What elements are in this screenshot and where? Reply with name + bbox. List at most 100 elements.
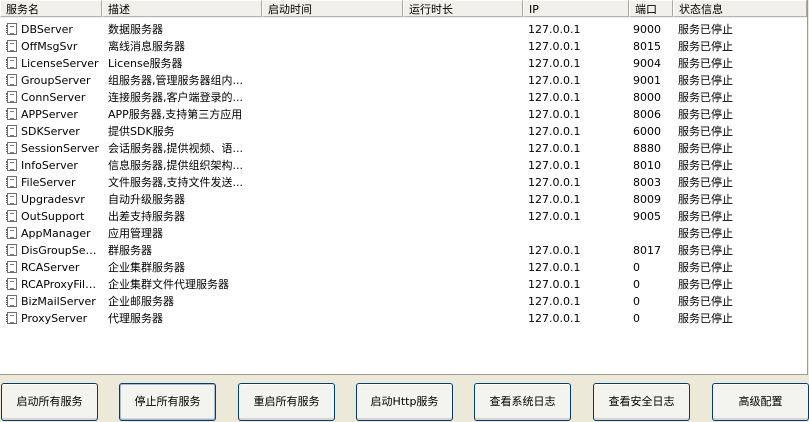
service-name: RCAProxyFile... [21,278,101,291]
service-ip: 127.0.0.1 [528,176,581,189]
service-rows: DBServer 数据服务器 127.0.0.1 9000 服务已停止 OffMsgSvr… [0,21,807,327]
service-status: 服务已停止 [678,91,733,104]
service-port: 8006 [633,108,661,121]
service-ip: 127.0.0.1 [528,40,581,53]
service-name: InfoServer [21,159,78,172]
service-row[interactable]: DisGroupServer 群服务器 127.0.0.1 8017 服务已停止 [0,242,807,259]
service-ip: 127.0.0.1 [528,159,581,172]
service-ip: 127.0.0.1 [528,210,581,223]
service-name: FileServer [21,176,76,189]
services-list-view[interactable]: 服务名 描述 启动时间 运行时长 IP 端口 状态信息 DBServer 数据服务… [0,0,808,375]
service-start-time [262,106,402,123]
service-row[interactable]: SessionServer 会话服务器,提供视频、语... 127.0.0.1 888… [0,140,807,157]
start-all-services-button[interactable]: 启动所有服务 [1,383,98,421]
service-description: 离线消息服务器 [108,40,185,53]
service-status: 服务已停止 [678,227,733,240]
service-name: OffMsgSvr [21,40,78,53]
service-description: 企业邮服务器 [108,295,174,308]
service-row[interactable]: OffMsgSvr 离线消息服务器 127.0.0.1 8015 服务已停止 [0,38,807,55]
service-name: BizMailServer [21,295,96,308]
service-description: 数据服务器 [108,23,163,36]
service-name: ProxyServer [21,312,88,325]
service-row[interactable]: ConnServer 连接服务器,客户端登录的... 127.0.0.1 8000 服务… [0,89,807,106]
service-row[interactable]: AppManager 应用管理器 服务已停止 [0,225,807,242]
column-header-status[interactable]: 状态信息 [673,0,807,17]
service-start-time [262,55,402,72]
service-description: 出差支持服务器 [108,210,185,223]
service-start-time [262,123,402,140]
service-run-duration [405,38,523,55]
service-start-time [262,293,402,310]
service-ip: 127.0.0.1 [528,312,581,325]
column-header-port[interactable]: 端口 [629,0,673,17]
service-port: 9005 [633,210,661,223]
service-row[interactable]: OutSupport 出差支持服务器 127.0.0.1 9005 服务已停止 [0,208,807,225]
service-config-file-icon [6,261,17,273]
service-port: 0 [633,295,640,308]
service-status: 服务已停止 [678,74,733,87]
service-row[interactable]: ProxyServer 代理服务器 127.0.0.1 0 服务已停止 [0,310,807,327]
service-status: 服务已停止 [678,125,733,138]
service-start-time [262,157,402,174]
service-status: 服务已停止 [678,210,733,223]
service-start-time [262,174,402,191]
column-header-ip[interactable]: IP [523,0,629,17]
service-run-duration [405,293,523,310]
restart-all-services-button[interactable]: 重启所有服务 [238,383,335,421]
service-name: SessionServer [21,142,100,155]
service-start-time [262,140,402,157]
service-run-duration [405,123,523,140]
service-row[interactable]: FileServer 文件服务器,支持文件发送... 127.0.0.1 8003 服务… [0,174,807,191]
service-start-time [262,38,402,55]
service-row[interactable]: InfoServer 信息服务器,提供组织架构... 127.0.0.1 8010 服务… [0,157,807,174]
service-config-file-icon [6,176,17,188]
service-config-file-icon [6,227,17,239]
service-config-file-icon [6,295,17,307]
service-row[interactable]: DBServer 数据服务器 127.0.0.1 9000 服务已停止 [0,21,807,38]
service-row[interactable]: APPServer APP服务器,支持第三方应用 127.0.0.1 8006 服务已停… [0,106,807,123]
service-start-time [262,259,402,276]
view-system-log-button[interactable]: 查看系统日志 [474,383,571,421]
service-run-duration [405,140,523,157]
service-row[interactable]: GroupServer 组服务器,管理服务器组内... 127.0.0.1 9001 服… [0,72,807,89]
column-header-desc[interactable]: 描述 [102,0,262,17]
service-row[interactable]: LicenseServer License服务器 127.0.0.1 9004 服务已停… [0,55,807,72]
service-run-duration [405,191,523,208]
service-name: OutSupport [21,210,85,223]
service-row[interactable]: SDKServer 提供SDK服务 127.0.0.1 6000 服务已停止 [0,123,807,140]
service-config-file-icon [6,108,17,120]
service-row[interactable]: Upgradesvr 自动升级服务器 127.0.0.1 8009 服务已停止 [0,191,807,208]
service-row[interactable]: RCAServer 企业集群服务器 127.0.0.1 0 服务已停止 [0,259,807,276]
service-status: 服务已停止 [678,23,733,36]
start-http-service-button[interactable]: 启动Http服务 [356,383,453,421]
view-security-log-button[interactable]: 查看安全日志 [593,383,690,421]
service-port: 8010 [633,159,661,172]
stop-all-services-button[interactable]: 停止所有服务 [119,383,216,421]
service-run-duration [405,310,523,327]
service-run-duration [405,72,523,89]
service-ip: 127.0.0.1 [528,23,581,36]
column-header-name[interactable]: 服务名 [0,0,102,17]
service-description: 应用管理器 [108,227,163,240]
service-port: 8017 [633,244,661,257]
service-port: 9004 [633,57,661,70]
service-config-file-icon [6,57,17,69]
column-header-run-duration[interactable]: 运行时长 [403,0,523,17]
column-header-start-time[interactable]: 启动时间 [262,0,403,17]
service-status: 服务已停止 [678,40,733,53]
service-description: APP服务器,支持第三方应用 [108,108,243,121]
service-config-file-icon [6,193,17,205]
service-row[interactable]: RCAProxyFile... 企业集群文件代理服务器 127.0.0.1 0 服务已停… [0,276,807,293]
service-config-file-icon [6,278,17,290]
advanced-config-button[interactable]: 高级配置 [712,383,809,421]
service-run-duration [405,174,523,191]
service-description: 提供SDK服务 [108,125,175,138]
list-header: 服务名 描述 启动时间 运行时长 IP 端口 状态信息 [0,0,807,18]
service-row[interactable]: BizMailServer 企业邮服务器 127.0.0.1 0 服务已停止 [0,293,807,310]
service-port: 9001 [633,74,661,87]
service-status: 服务已停止 [678,312,733,325]
service-description: 组服务器,管理服务器组内... [108,74,243,87]
service-description: 连接服务器,客户端登录的... [108,91,243,104]
service-ip: 127.0.0.1 [528,108,581,121]
service-config-file-icon [6,91,17,103]
